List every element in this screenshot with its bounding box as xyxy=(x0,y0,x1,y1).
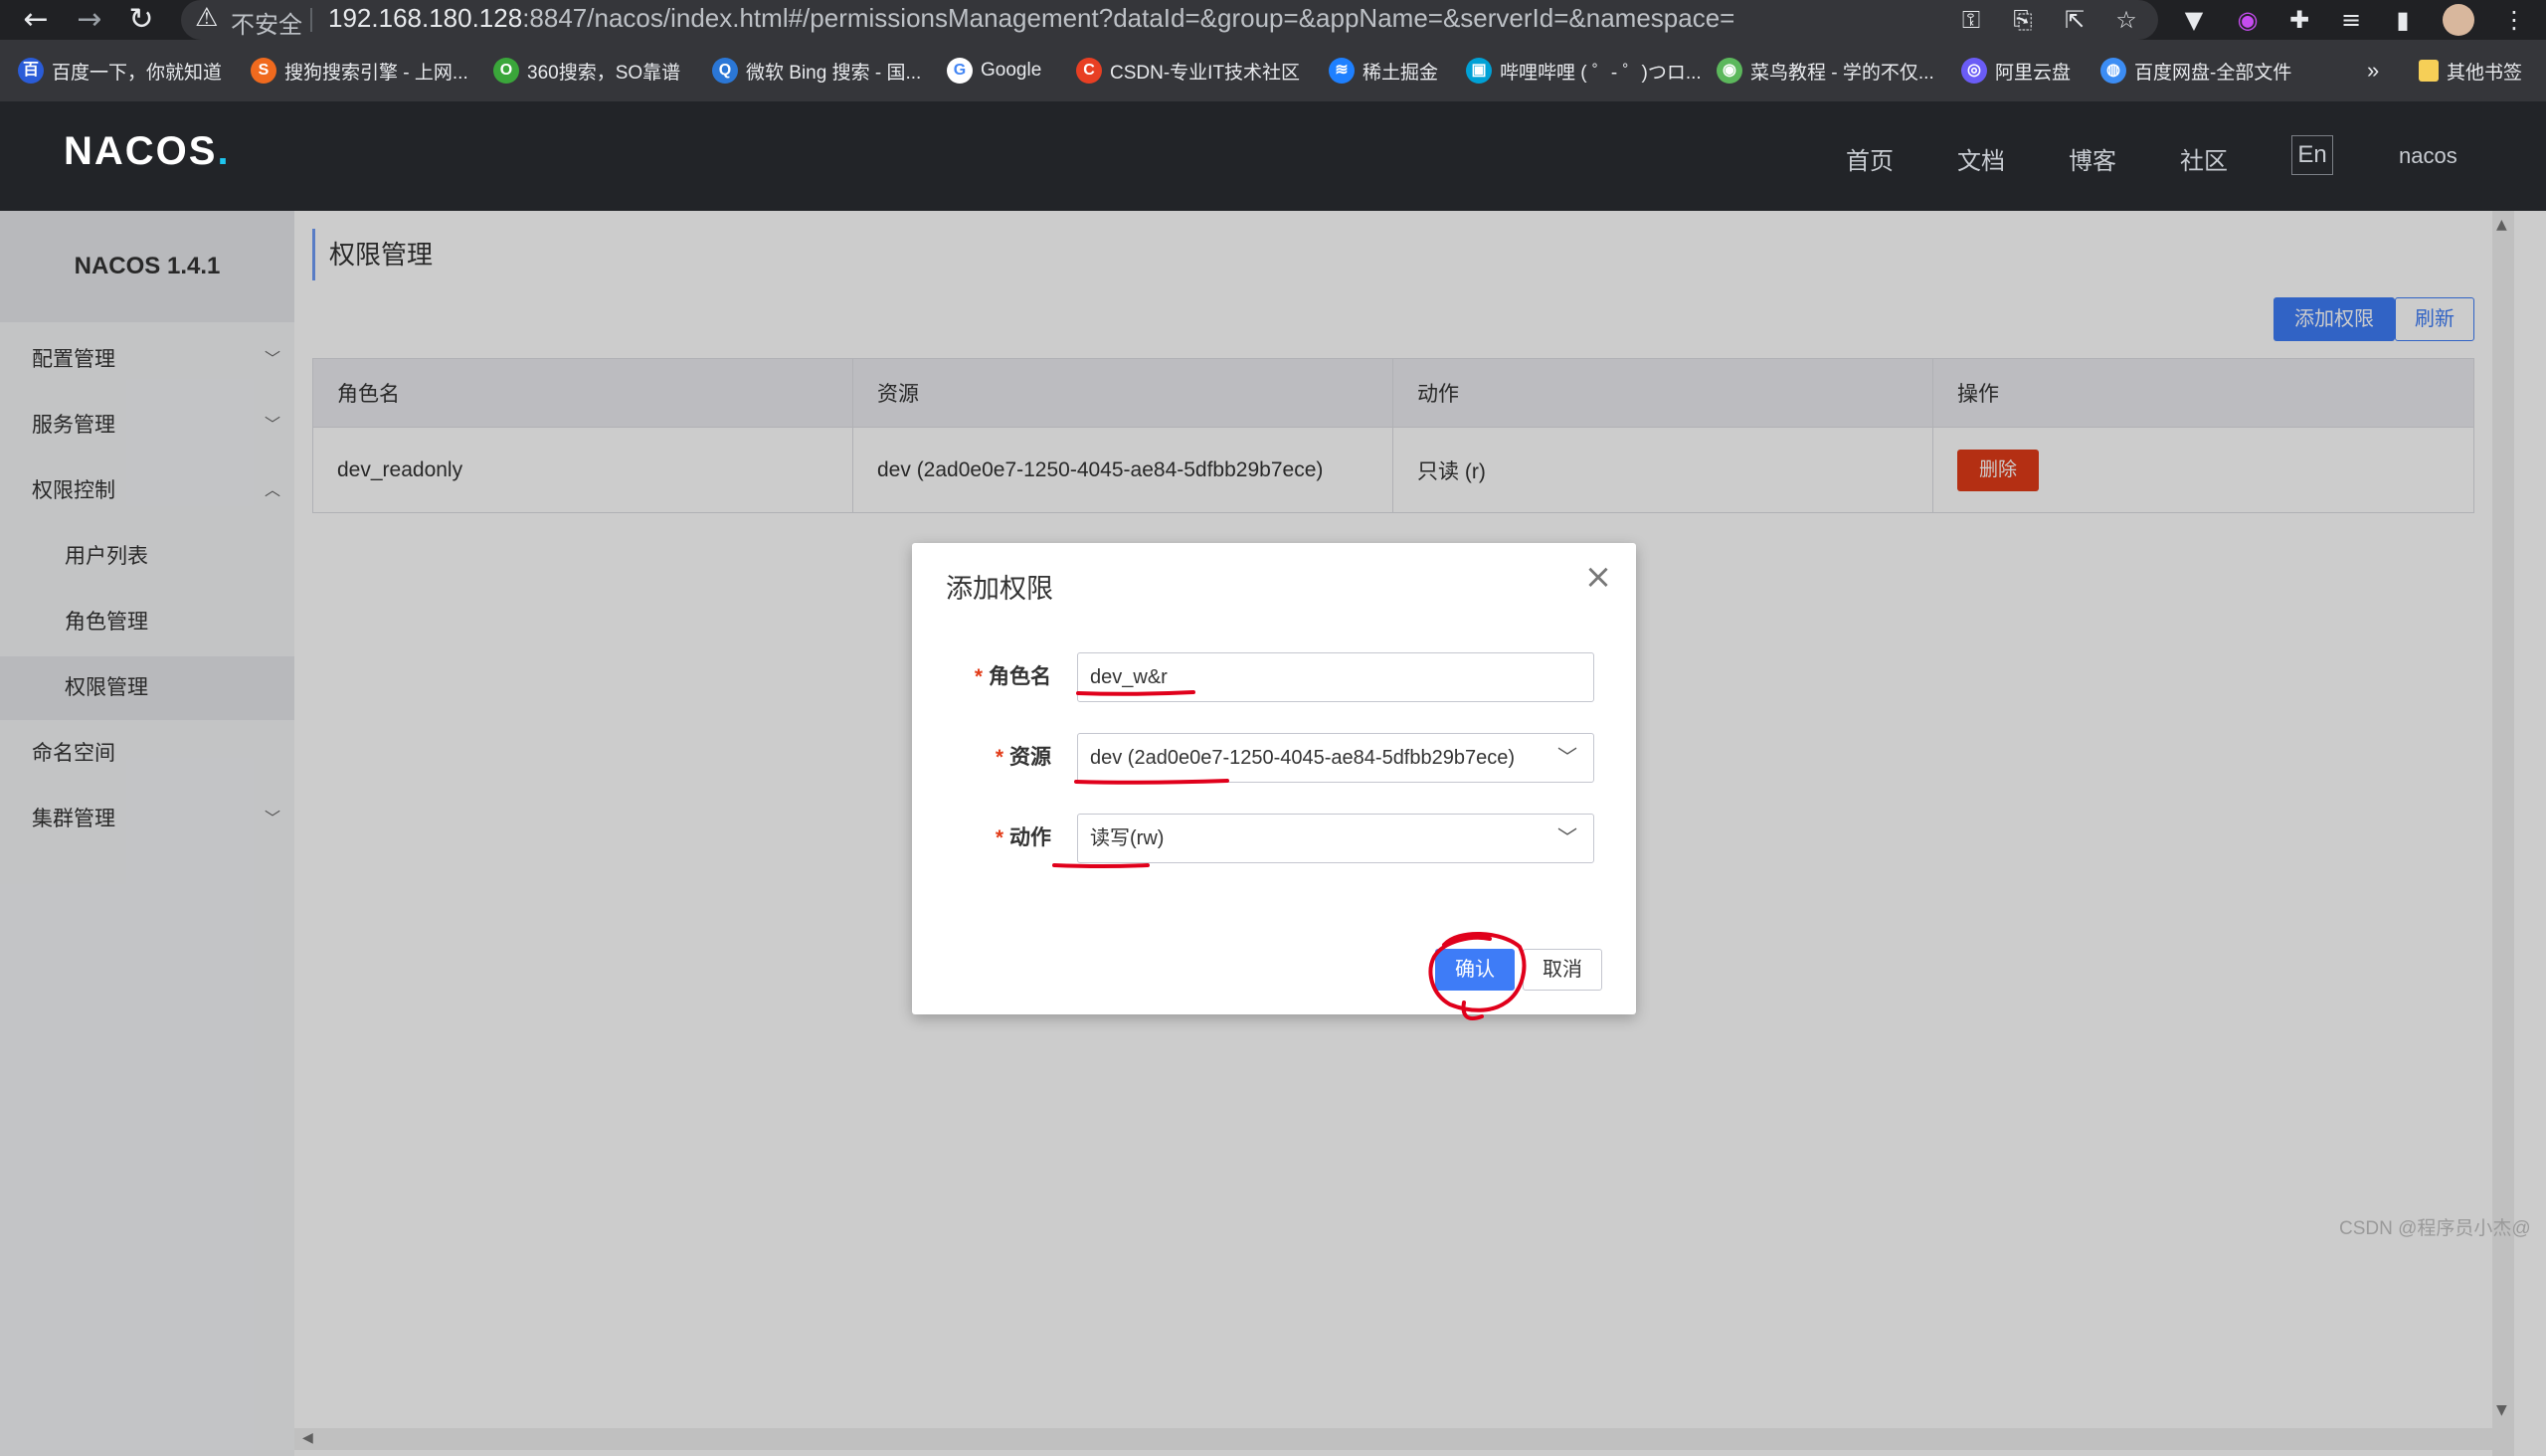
bookmark-label: 微软 Bing 搜索 - 国... xyxy=(746,62,922,84)
bookmark-item[interactable]: C CSDN-专业IT技术社区 xyxy=(1076,56,1300,86)
bookmarks-overflow-button[interactable]: » xyxy=(2367,56,2379,86)
bookmark-item[interactable]: Q 微软 Bing 搜索 - 国... xyxy=(712,56,921,86)
action-label: * 动作 xyxy=(995,826,1051,849)
confirm-button[interactable]: 确认 xyxy=(1435,949,1515,991)
add-permission-dialog: 添加权限 × * 角色名 dev_w&r * 资源 dev (2ad0e0e7-12… xyxy=(912,543,1636,1014)
form-row-role: * 角色名 dev_w&r xyxy=(912,652,1636,702)
watermark: CSDN @程序员小杰@ xyxy=(2339,1218,2531,1239)
profile-avatar[interactable] xyxy=(2443,4,2474,36)
bookmark-item[interactable]: ▣ 哔哩哔哩 ( ゜- ゜)つロ... xyxy=(1466,56,1702,86)
bookmarks-bar: 百百度一下，你就知道 S 搜狗搜索引擎 - 上网... O 360搜索，SO靠谱 Q 微软 … xyxy=(0,40,2546,101)
reload-button[interactable]: ↻ xyxy=(123,2,159,38)
bookmark-label: 哔哩哔哩 ( ゜- ゜)つロ... xyxy=(1500,62,1702,84)
search-icon: Q xyxy=(712,58,738,84)
back-button[interactable]: ← xyxy=(18,2,54,38)
360-icon: O xyxy=(493,58,519,84)
csdn-icon: C xyxy=(1076,58,1102,84)
juejin-icon: ≋ xyxy=(1329,58,1355,84)
bookmark-label: 稀土掘金 xyxy=(1363,62,1439,84)
resource-select[interactable]: dev (2ad0e0e7-1250-4045-ae84-5dfbb29b7ec… xyxy=(1077,733,1594,783)
paw-icon: 百 xyxy=(18,58,44,84)
bookmark-label: 百度网盘-全部文件 xyxy=(2134,62,2292,84)
extension-icon[interactable]: ◉ xyxy=(2232,4,2264,36)
chevron-down-icon: ﹀ xyxy=(1557,747,1577,769)
reading-list-icon[interactable]: ≡ xyxy=(2335,4,2367,36)
bookmark-label: 360搜索，SO靠谱 xyxy=(527,62,681,84)
bookmark-label: CSDN-专业IT技术社区 xyxy=(1110,62,1301,84)
bookmark-item[interactable]: ◉ 菜鸟教程 - 学的不仅... xyxy=(1717,56,1934,86)
app-header: NACOS. 首页 文档 博客 社区 En nacos xyxy=(0,101,2546,211)
bookmark-item[interactable]: ≋ 稀土掘金 xyxy=(1329,56,1438,86)
address-bar[interactable]: ⚠ 不安全 192.168.180.128:8847/nacos/index.h… xyxy=(181,0,2158,40)
warning-icon: ⚠ xyxy=(195,3,219,33)
sogou-icon: S xyxy=(251,58,276,84)
bilibili-icon: ▣ xyxy=(1466,58,1492,84)
nav-docs[interactable]: 文档 xyxy=(1957,141,2005,176)
menu-icon[interactable]: ⋮ xyxy=(2498,4,2530,36)
forward-button[interactable]: → xyxy=(72,2,107,38)
bookmark-label: 菜鸟教程 - 学的不仅... xyxy=(1750,62,1934,84)
form-row-action: * 动作 读写(rw) ﹀ xyxy=(912,814,1636,863)
nav-community[interactable]: 社区 xyxy=(2180,141,2228,176)
other-bookmarks-folder[interactable]: 其他书签 xyxy=(2419,56,2522,86)
baidu-pan-icon: ◍ xyxy=(2100,58,2126,84)
form-row-resource: * 资源 dev (2ad0e0e7-1250-4045-ae84-5dfbb29… xyxy=(912,733,1636,783)
bookmark-label: Google xyxy=(981,60,1042,81)
url-text[interactable]: 192.168.180.128:8847/nacos/index.html#/p… xyxy=(328,3,1734,34)
key-icon[interactable]: ⚿ xyxy=(1955,4,1987,36)
nav-blog[interactable]: 博客 xyxy=(2069,141,2116,176)
runoob-icon: ◉ xyxy=(1717,58,1742,84)
bookmark-label: 百度一下，你就知道 xyxy=(52,62,223,84)
browser-toolbar: ← → ↻ ⚠ 不安全 192.168.180.128:8847/nacos/i… xyxy=(0,0,2546,40)
insecure-label[interactable]: 不安全 xyxy=(231,5,302,40)
star-icon[interactable]: ☆ xyxy=(2110,4,2142,36)
bookmark-item[interactable]: S 搜狗搜索引擎 - 上网... xyxy=(251,56,468,86)
translate-icon[interactable]: ⎘ xyxy=(2007,4,2039,36)
vue-devtools-icon[interactable]: ▼ xyxy=(2178,4,2210,36)
bookmark-label: 阿里云盘 xyxy=(1995,62,2072,84)
puzzle-icon[interactable]: ✚ xyxy=(2283,4,2315,36)
google-icon: G xyxy=(947,58,973,84)
bookmark-item[interactable]: ◍ 百度网盘-全部文件 xyxy=(2100,56,2291,86)
folder-icon xyxy=(2419,60,2439,82)
nacos-logo[interactable]: NACOS. xyxy=(64,129,231,174)
bookmark-item[interactable]: ◎ 阿里云盘 xyxy=(1961,56,2071,86)
language-toggle[interactable]: En xyxy=(2291,135,2333,175)
chevron-down-icon: ﹀ xyxy=(1557,827,1577,849)
other-bookmarks-label: 其他书签 xyxy=(2447,62,2523,84)
cancel-button[interactable]: 取消 xyxy=(1523,949,1602,991)
bookmark-item[interactable]: 百百度一下，你就知道 xyxy=(18,56,222,86)
nav-home[interactable]: 首页 xyxy=(1846,141,1894,176)
role-label: * 角色名 xyxy=(974,665,1051,688)
dialog-title: 添加权限 xyxy=(946,574,1053,604)
role-name-input[interactable]: dev_w&r xyxy=(1077,652,1594,702)
action-select[interactable]: 读写(rw) ﹀ xyxy=(1077,814,1594,863)
bookmark-item[interactable]: O 360搜索，SO靠谱 xyxy=(493,56,680,86)
share-icon[interactable]: ⇱ xyxy=(2059,4,2091,36)
side-panel-icon[interactable]: ▮ xyxy=(2387,4,2419,36)
bookmark-item[interactable]: G Google xyxy=(947,56,1041,86)
aliyun-drive-icon: ◎ xyxy=(1961,58,1987,84)
resource-label: * 资源 xyxy=(995,746,1051,769)
user-name[interactable]: nacos xyxy=(2399,143,2457,169)
omnibox-divider xyxy=(310,8,312,32)
bookmark-label: 搜狗搜索引擎 - 上网... xyxy=(284,62,468,84)
close-icon[interactable]: × xyxy=(1582,557,1614,597)
